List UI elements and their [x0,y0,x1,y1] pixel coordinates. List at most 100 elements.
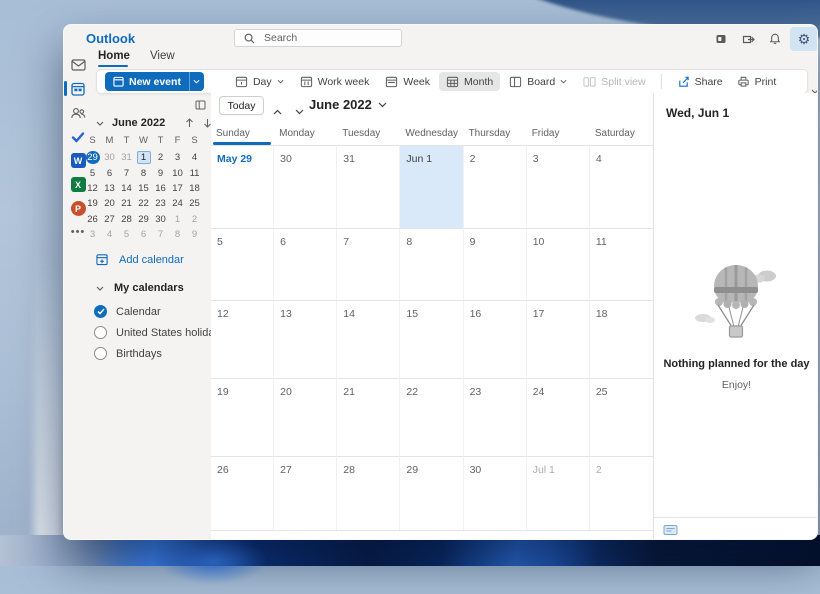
mini-day[interactable]: 4 [188,151,202,165]
calendar-cell[interactable]: 2 [590,456,653,530]
mini-day[interactable]: 30 [154,213,168,227]
calendar-cell[interactable]: 30 [274,145,337,228]
calendar-cell[interactable]: 22 [400,378,463,456]
unchecked-circle-icon[interactable] [94,326,107,339]
mini-day[interactable]: 10 [171,166,185,180]
mini-day[interactable]: 15 [137,182,151,196]
calendar-cell[interactable]: 25 [590,378,653,456]
calendar-list-item[interactable]: United States holidays [94,322,210,343]
calendar-cell[interactable]: 2 [464,145,527,228]
view-week-button[interactable]: Week [378,72,437,91]
view-split-view-button[interactable]: Split view [576,72,652,91]
calendar-cell[interactable]: 18 [590,300,653,378]
calendar-cell[interactable]: Jul 1 [527,456,590,530]
calendar-cell[interactable]: 19 [211,378,274,456]
mini-day[interactable]: 9 [188,228,202,242]
mini-day[interactable]: 12 [86,182,100,196]
mini-day[interactable]: 29 [86,151,100,165]
mini-day[interactable]: 8 [137,166,151,180]
share-button[interactable]: Share [670,72,730,91]
prev-month-arrow-icon[interactable] [185,118,194,128]
calendar-cell[interactable]: 29 [400,456,463,530]
calendar-cell[interactable]: 26 [211,456,274,530]
next-period-icon[interactable] [295,102,304,120]
calendar-cell[interactable]: 10 [527,228,590,300]
view-board-button[interactable]: Board [502,72,574,91]
mini-day[interactable]: 5 [120,228,134,242]
feedback-icon[interactable] [736,27,760,51]
mini-day[interactable]: 16 [154,182,168,196]
mini-day[interactable]: 19 [86,197,100,211]
print-button[interactable]: Print [730,72,784,91]
mini-day[interactable]: 27 [103,213,117,227]
calendar-cell[interactable]: 27 [274,456,337,530]
add-calendar-button[interactable]: Add calendar [96,253,184,266]
my-calendars-group[interactable]: My calendars [96,282,184,294]
mini-month-label[interactable]: June 2022 [112,117,165,129]
unchecked-circle-icon[interactable] [94,347,107,360]
tab-home[interactable]: Home [98,50,130,67]
mini-day[interactable]: 6 [103,166,117,180]
checked-circle-icon[interactable] [94,305,107,318]
calendar-cell[interactable]: 28 [337,456,400,530]
mini-day[interactable]: 26 [86,213,100,227]
calendar-cell[interactable]: 23 [464,378,527,456]
calendar-cell[interactable]: 15 [400,300,463,378]
mini-day[interactable]: 6 [137,228,151,242]
mini-day[interactable]: 11 [188,166,202,180]
calendar-cell[interactable]: 17 [527,300,590,378]
mini-day[interactable]: 29 [137,213,151,227]
mini-day[interactable]: 21 [120,197,134,211]
agenda-footer-icon[interactable] [663,524,678,536]
previous-period-icon[interactable] [273,102,282,120]
mini-day[interactable]: 23 [154,197,168,211]
calendar-cell[interactable]: 3 [527,145,590,228]
mini-day[interactable]: 13 [103,182,117,196]
collapse-pane-icon[interactable] [195,97,206,115]
mini-day[interactable]: 3 [86,228,100,242]
chevron-down-icon[interactable] [96,121,104,126]
rail-calendar-icon[interactable] [64,77,92,100]
calendar-cell[interactable]: 11 [590,228,653,300]
mini-day[interactable]: 18 [188,182,202,196]
teams-icon[interactable] [709,27,733,51]
mini-day[interactable]: 14 [120,182,134,196]
mini-day[interactable]: 9 [154,166,168,180]
mini-day[interactable]: 2 [154,151,168,165]
calendar-cell[interactable]: 13 [274,300,337,378]
mini-day[interactable]: 1 [171,213,185,227]
new-event-button[interactable]: New event [105,72,204,91]
settings-icon[interactable]: ⚙ [790,27,818,51]
view-day-button[interactable]: Day [228,72,291,91]
mini-day[interactable]: 31 [120,151,134,165]
calendar-cell[interactable]: 9 [464,228,527,300]
calendar-list-item[interactable]: Birthdays [94,343,210,364]
mini-day[interactable]: 30 [103,151,117,165]
view-work-week-button[interactable]: Work week [293,72,377,91]
calendar-cell[interactable]: 31 [337,145,400,228]
calendar-cell[interactable]: 30 [464,456,527,530]
mini-day[interactable]: 25 [188,197,202,211]
today-button[interactable]: Today [219,96,264,115]
mini-day[interactable]: 3 [171,151,185,165]
calendar-cell[interactable]: 5 [211,228,274,300]
calendar-cell[interactable]: 21 [337,378,400,456]
mini-day[interactable]: 22 [137,197,151,211]
notifications-icon[interactable] [763,27,787,51]
calendar-cell[interactable]: 14 [337,300,400,378]
mini-day[interactable]: 7 [154,228,168,242]
view-month-button[interactable]: Month [439,72,500,91]
search-box[interactable] [234,29,402,47]
calendar-cell[interactable]: 7 [337,228,400,300]
mini-day[interactable]: 20 [103,197,117,211]
mini-day[interactable]: 4 [103,228,117,242]
mini-day[interactable]: 1 [137,151,151,165]
month-picker[interactable]: June 2022 [309,97,387,112]
mini-day[interactable]: 28 [120,213,134,227]
rail-people-icon[interactable] [64,101,92,124]
mini-day[interactable]: 7 [120,166,134,180]
new-event-dropdown[interactable] [189,72,204,91]
mini-day[interactable]: 5 [86,166,100,180]
calendar-cell[interactable]: Jun 1 [400,145,463,228]
calendar-cell[interactable]: 24 [527,378,590,456]
